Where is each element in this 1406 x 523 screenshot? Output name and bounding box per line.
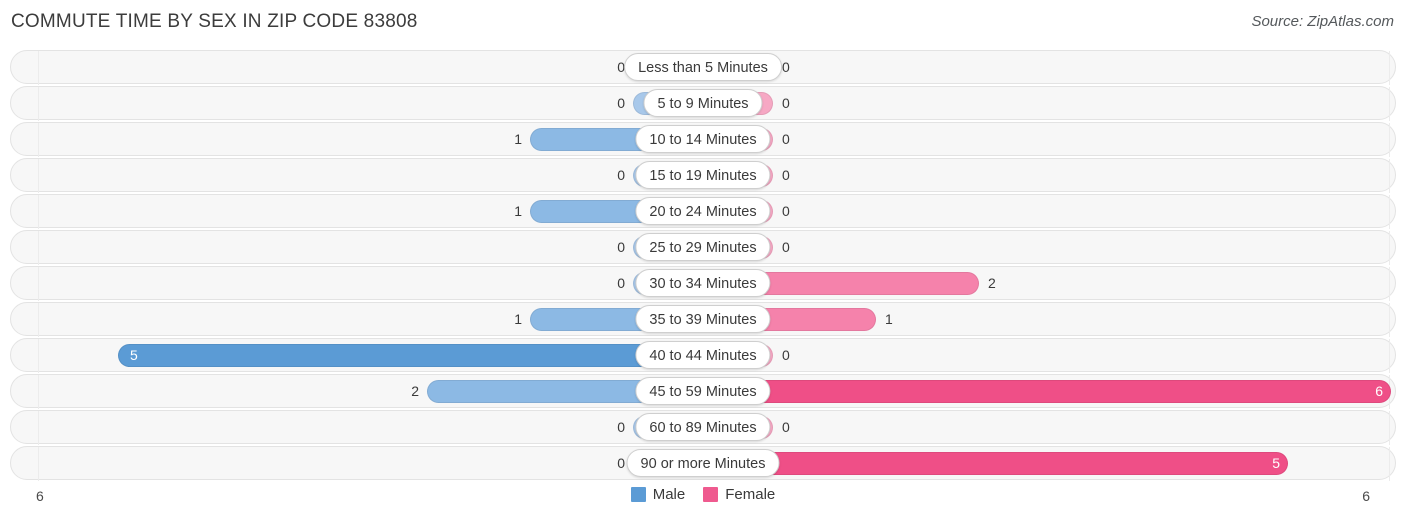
- value-label-female: 0: [782, 95, 790, 111]
- value-label-male: 0: [617, 419, 625, 435]
- bar-female[interactable]: [703, 380, 1391, 403]
- value-label-female: 0: [782, 419, 790, 435]
- legend-item[interactable]: Female: [703, 486, 775, 503]
- chart-row: 0 5 90 or more Minutes: [0, 446, 1406, 482]
- category-label-pill[interactable]: 60 to 89 Minutes: [635, 413, 771, 441]
- legend-label: Male: [652, 486, 686, 503]
- category-label-pill[interactable]: Less than 5 Minutes: [624, 53, 782, 81]
- category-label-pill[interactable]: 40 to 44 Minutes: [635, 341, 771, 369]
- chart-row: 1 0 20 to 24 Minutes: [0, 194, 1406, 230]
- chart-row: 0 0 15 to 19 Minutes: [0, 158, 1406, 194]
- value-label-male: 0: [617, 167, 625, 183]
- chart-row: 0 2 30 to 34 Minutes: [0, 266, 1406, 302]
- category-label-pill[interactable]: 90 or more Minutes: [626, 449, 780, 477]
- chart-row: 2 6 45 to 59 Minutes: [0, 374, 1406, 410]
- bar-male[interactable]: [118, 344, 703, 367]
- category-label-pill[interactable]: 20 to 24 Minutes: [635, 197, 771, 225]
- chart-plot-area: 0 0 Less than 5 Minutes 0 0 5 to 9 Minutes 1 0 1…: [0, 50, 1406, 482]
- category-label-pill[interactable]: 25 to 29 Minutes: [635, 233, 771, 261]
- value-label-female: 0: [782, 167, 790, 183]
- chart-legend: Male Female: [0, 486, 1406, 503]
- chart-row: 0 0 60 to 89 Minutes: [0, 410, 1406, 446]
- value-label-female: 0: [782, 59, 790, 75]
- page-title: COMMUTE TIME BY SEX IN ZIP CODE 83808: [11, 11, 418, 32]
- value-label-male: 0: [617, 275, 625, 291]
- chart-row: 0 0 5 to 9 Minutes: [0, 86, 1406, 122]
- value-label-male: 1: [514, 311, 522, 327]
- value-label-male: 2: [411, 383, 419, 399]
- value-label-female: 0: [782, 239, 790, 255]
- value-label-female: 2: [988, 275, 996, 291]
- value-label-female: 5: [1272, 455, 1280, 471]
- chart-header: COMMUTE TIME BY SEX IN ZIP CODE 83808 So…: [0, 0, 1406, 46]
- value-label-female: 0: [782, 347, 790, 363]
- chart-row: 0 0 25 to 29 Minutes: [0, 230, 1406, 266]
- category-label-pill[interactable]: 10 to 14 Minutes: [635, 125, 771, 153]
- value-label-male: 0: [617, 95, 625, 111]
- value-label-male: 1: [514, 131, 522, 147]
- source-attribution: Source: ZipAtlas.com: [1251, 13, 1394, 30]
- chart-row: 5 0 40 to 44 Minutes: [0, 338, 1406, 374]
- category-label-pill[interactable]: 5 to 9 Minutes: [643, 89, 763, 117]
- value-label-female: 0: [782, 203, 790, 219]
- chart-row: 1 1 35 to 39 Minutes: [0, 302, 1406, 338]
- category-label-pill[interactable]: 45 to 59 Minutes: [635, 377, 771, 405]
- category-label-pill[interactable]: 30 to 34 Minutes: [635, 269, 771, 297]
- bar-female[interactable]: [703, 452, 1288, 475]
- value-label-male: 1: [514, 203, 522, 219]
- chart-footer: 6 6 Male Female: [0, 484, 1406, 523]
- legend-item[interactable]: Male: [630, 486, 686, 503]
- legend-swatch-icon: [630, 487, 646, 502]
- value-label-male: 0: [617, 59, 625, 75]
- value-label-female: 6: [1375, 383, 1383, 399]
- value-label-male: 0: [617, 455, 625, 471]
- value-label-female: 1: [885, 311, 893, 327]
- legend-label: Female: [725, 486, 776, 503]
- category-label-pill[interactable]: 35 to 39 Minutes: [635, 305, 771, 333]
- legend-swatch-icon: [703, 487, 719, 502]
- value-label-female: 0: [782, 131, 790, 147]
- chart-row: 1 0 10 to 14 Minutes: [0, 122, 1406, 158]
- chart-row: 0 0 Less than 5 Minutes: [0, 50, 1406, 86]
- value-label-male: 0: [617, 239, 625, 255]
- category-label-pill[interactable]: 15 to 19 Minutes: [635, 161, 771, 189]
- value-label-male: 5: [130, 347, 138, 363]
